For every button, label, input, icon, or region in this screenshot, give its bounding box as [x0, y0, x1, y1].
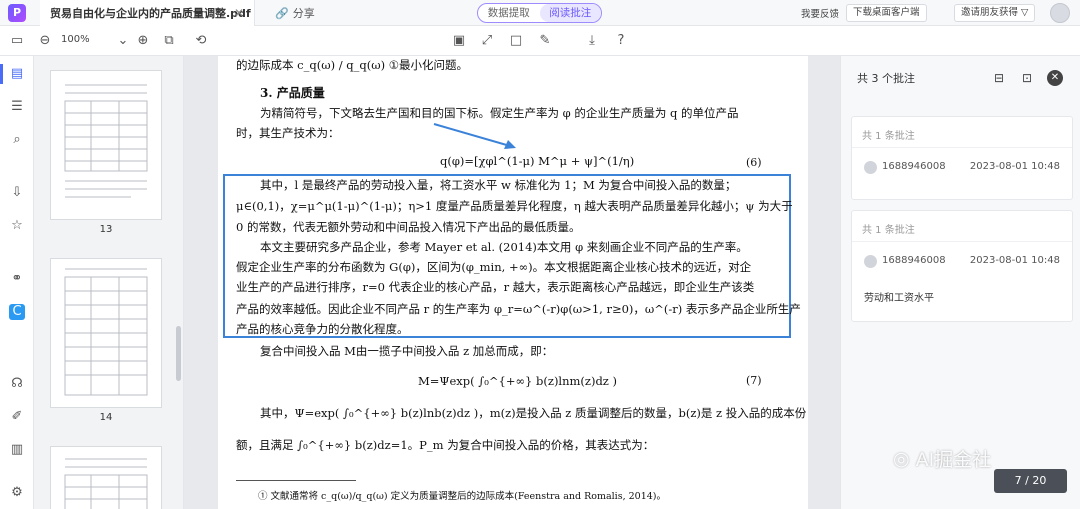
- tab-data-extraction[interactable]: 数据提取: [478, 4, 540, 22]
- zoom-out-icon[interactable]: ⊖: [37, 33, 53, 49]
- annotation-arrow[interactable]: [430, 120, 520, 154]
- footnote: ① 文献通常将 c_q(ω)/q_q(ω) 定义为质量调整后的边际成本(Feen…: [258, 491, 667, 502]
- rotate-icon[interactable]: ⟲: [193, 33, 209, 49]
- search-icon[interactable]: ⌕: [9, 132, 25, 148]
- doc-para-4: 其中，Ψ=exp( ∫₀^{+∞} b(z)lnb(z)dz )，m(z)是投入…: [260, 406, 807, 420]
- comment-icon[interactable]: ▣: [451, 33, 467, 49]
- doc-highlight-line-7: 产品的效率越低。因此企业不同产品 r 的生产率为 φ_r=ω^(-r)φ(ω>1…: [236, 302, 801, 316]
- card-divider: [852, 147, 1072, 148]
- mode-switch: 数据提取 阅读批注: [477, 3, 602, 23]
- doc-para-5: 额，且满足 ∫₀^{+∞} b(z)dz=1。P_m 为复合中间投入品的价格，其…: [236, 438, 655, 452]
- annotations-panel: 共 3 个批注 ⊟ ⊡ ✕ 共 1 条批注 1688946008 2023-08…: [840, 56, 1080, 509]
- invite-button[interactable]: 邀请朋友获得 ▽: [954, 4, 1036, 22]
- equation-6: q(φ)=[χφl^(1-μ) M^μ + ψ]^(1/η): [440, 154, 635, 168]
- rectangle-icon[interactable]: □: [508, 33, 524, 49]
- thumbnails-icon[interactable]: ▤: [9, 66, 25, 82]
- share-label: 分享: [292, 7, 315, 20]
- tab-reading-annotation[interactable]: 阅读批注: [539, 4, 601, 22]
- star-icon[interactable]: ☆: [9, 218, 25, 234]
- thumbnail-content-14: [64, 268, 148, 396]
- doc-highlight-line-5: 假定企业生产率的分布函数为 G(φ)，区间为(φ_min, +∞)。本文根据距离…: [236, 260, 752, 274]
- zoom-level[interactable]: 100%: [61, 34, 90, 45]
- watermark-text: AI掘金社: [915, 449, 992, 471]
- annotation-card[interactable]: 共 1 条批注 1688946008 2023-08-01 10:48: [851, 116, 1073, 200]
- mindmap-icon[interactable]: ⚭: [9, 271, 25, 287]
- download-client-button[interactable]: 下载桌面客户端: [846, 4, 927, 22]
- close-icon[interactable]: ✕: [234, 6, 244, 20]
- doc-para-1a: 为精简符号，下文略去生产国和目的国下标。假定生产率为 φ 的企业生产质量为 q …: [260, 106, 739, 120]
- help-icon[interactable]: ?: [613, 33, 629, 49]
- annotation-time: 2023-08-01 10:48: [969, 255, 1060, 266]
- share-button[interactable]: 🔗 分享: [275, 5, 315, 21]
- doc-highlight-line-8: 产品的核心竞争力的分散化程度。: [236, 322, 409, 336]
- zoom-in-icon[interactable]: ⊕: [135, 33, 151, 49]
- pen-icon[interactable]: ✎: [537, 33, 553, 49]
- user-icon: [864, 161, 877, 174]
- annotation-user: 1688946008: [882, 255, 946, 266]
- folder-icon[interactable]: ▭: [9, 33, 25, 49]
- section-title: 3. 产品质量: [260, 86, 325, 100]
- annotation-card[interactable]: 共 1 条批注 1688946008 2023-08-01 10:48 劳动和工…: [851, 210, 1073, 322]
- plugin-c-icon[interactable]: C: [9, 304, 25, 320]
- page-indicator[interactable]: 7 / 20: [994, 469, 1067, 493]
- pdf-page: 的边际成本 c_q(ω) / q_q(ω) ①最小化问题。 3. 产品质量 为精…: [218, 56, 808, 509]
- title-bar: P 贸易自由化与企业内的产品质量调整.pdf ✕ 🔗 分享 数据提取 阅读批注 …: [0, 0, 1080, 26]
- wechat-icon: ◎: [893, 447, 910, 470]
- app-logo-icon[interactable]: P: [8, 4, 26, 22]
- toolbar: ▭ ⊖ 100% ⌄ ⊕ ⧉ ⟲ ▣ ⤢ □ ✎ ⤓ ?: [0, 26, 1080, 56]
- annotation-time: 2023-08-01 10:48: [969, 161, 1060, 172]
- feedback-link[interactable]: 我要反馈: [801, 6, 839, 20]
- thumbnail-label-14: 14: [99, 412, 113, 423]
- invite-label: 邀请朋友获得: [961, 7, 1019, 18]
- footnote-divider: [236, 480, 356, 481]
- equation-7: M=Ψexp( ∫₀^{+∞} b(z)lnm(z)dz ): [418, 374, 618, 388]
- shield-icon: ▽: [1021, 7, 1029, 18]
- page-thumbnail-14[interactable]: [50, 258, 162, 408]
- thumbnail-panel: 13 14: [34, 56, 184, 509]
- page-thumbnail-15[interactable]: [50, 446, 162, 509]
- doc-highlight-line-1: 其中，l 是最终产品的劳动投入量，将工资水平 w 标准化为 1；M 为复合中间投…: [260, 178, 737, 192]
- equation-6-number: (6): [746, 156, 762, 169]
- thumbnail-content-15: [64, 458, 148, 509]
- share-icon: 🔗: [275, 6, 289, 20]
- doc-highlight-line-3: 0 的常数，代表无额外劳动和中间品投入情况下产出品的最低质量。: [236, 220, 581, 234]
- document-viewer: 的边际成本 c_q(ω) / q_q(ω) ①最小化问题。 3. 产品质量 为精…: [184, 56, 840, 509]
- equation-7-number: (7): [746, 374, 762, 387]
- doc-highlight-line-6: 业生产的产品进行排序，r=0 代表企业的核心产品，r 越大，表示距离核心产品越远…: [236, 280, 755, 294]
- annotation-count: 共 1 条批注: [862, 225, 915, 236]
- export-annotations-icon[interactable]: ⊡: [1019, 70, 1035, 86]
- edit-note-icon[interactable]: ✐: [9, 409, 25, 425]
- doc-highlight-line-4: 本文主要研究多产品企业，参考 Mayer et al. (2014)本文用 φ …: [260, 240, 748, 254]
- card-divider: [852, 241, 1072, 242]
- avatar[interactable]: [1050, 3, 1070, 23]
- watermark: ◎ AI掘金社: [893, 445, 991, 472]
- annotation-user: 1688946008: [882, 161, 946, 172]
- export-icon[interactable]: ⤓: [584, 33, 600, 49]
- thumbnail-scrollbar[interactable]: [176, 326, 181, 381]
- doc-para-3: 复合中间投入品 M由一揽子中间投入品 z 加总而成，即：: [260, 344, 554, 358]
- left-nav: ▤ ☰ ⌕ ⇩ ☆ ⚭ C ☊ ✐ ▥ ⚙: [0, 56, 34, 509]
- gear-icon[interactable]: ⚙: [9, 485, 25, 501]
- annotation-count: 共 1 条批注: [862, 131, 915, 142]
- fit-page-icon[interactable]: ⧉: [161, 33, 177, 49]
- document-tab-title: 贸易自由化与企业内的产品质量调整.pdf: [50, 7, 251, 20]
- user-icon: [864, 255, 877, 268]
- annotation-text: 劳动和工资水平: [864, 293, 934, 304]
- page-thumbnail-13[interactable]: [50, 70, 162, 220]
- download-icon[interactable]: ⇩: [9, 185, 25, 201]
- thumbnail-content-13: [64, 84, 148, 198]
- book-icon[interactable]: ▥: [9, 442, 25, 458]
- active-indicator: [0, 64, 3, 84]
- arrow-icon[interactable]: ⤢: [479, 33, 495, 49]
- thumbnail-label-13: 13: [99, 224, 113, 235]
- doc-highlight-line-2: μ∈(0,1)，χ=μ^μ(1-μ)^(1-μ)；η>1 度量产品质量差异化程度…: [236, 199, 793, 213]
- close-icon[interactable]: ✕: [1047, 70, 1063, 86]
- document-tab[interactable]: 贸易自由化与企业内的产品质量调整.pdf ✕: [40, 0, 255, 26]
- collapse-icon[interactable]: ⊟: [991, 70, 1007, 86]
- doc-line-0: 的边际成本 c_q(ω) / q_q(ω) ①最小化问题。: [236, 58, 469, 72]
- outline-icon[interactable]: ☰: [9, 99, 25, 115]
- headset-icon[interactable]: ☊: [9, 376, 25, 392]
- chevron-down-icon[interactable]: ⌄: [115, 33, 131, 49]
- annotations-header: 共 3 个批注: [857, 72, 915, 85]
